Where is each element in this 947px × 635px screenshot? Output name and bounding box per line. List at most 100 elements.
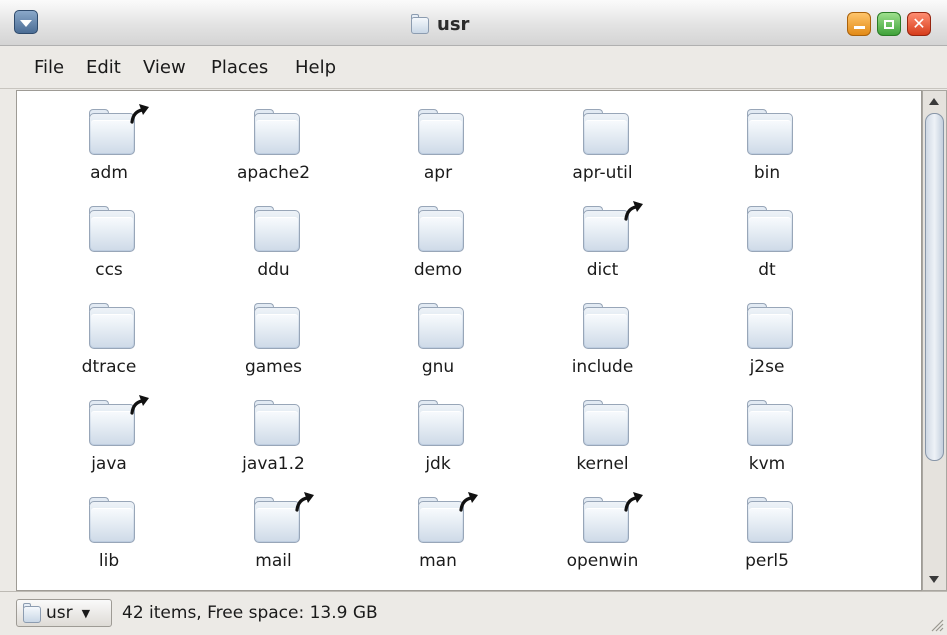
- title-folder-icon: [411, 14, 429, 34]
- minimize-button[interactable]: [847, 12, 871, 36]
- folder-icon: [418, 303, 464, 349]
- folder-item[interactable]: java: [39, 384, 179, 480]
- folder-label: bin: [753, 163, 781, 183]
- folder-item[interactable]: dt: [697, 190, 837, 286]
- folder-item[interactable]: mail: [204, 481, 344, 577]
- path-folder-icon: [23, 603, 41, 623]
- folder-icon: [253, 206, 300, 252]
- maximize-icon: [884, 19, 894, 29]
- folder-item[interactable]: include: [533, 287, 673, 383]
- menu-bar: File Edit View Places Help: [0, 47, 947, 89]
- window-menu-icon: [20, 19, 32, 27]
- symlink-arrow-icon: [459, 492, 478, 512]
- folder-label: java1.2: [242, 454, 305, 474]
- folder-icon: [418, 400, 464, 446]
- folder-icon: [747, 109, 793, 155]
- folder-icon: [747, 497, 793, 543]
- folder-label: apache2: [236, 163, 311, 183]
- window-title: usr: [437, 13, 470, 35]
- folder-item[interactable]: kvm: [697, 384, 837, 480]
- folder-item[interactable]: j2se: [697, 287, 837, 383]
- folder-item[interactable]: openwin: [533, 481, 673, 577]
- menu-view[interactable]: View: [143, 57, 186, 78]
- folder-item[interactable]: dict: [533, 190, 673, 286]
- status-text: 42 items, Free space: 13.9 GB: [122, 603, 378, 623]
- symlink-arrow-icon: [130, 104, 149, 124]
- folder-icon: [253, 109, 300, 155]
- folder-item[interactable]: bin: [697, 93, 837, 189]
- folder-item[interactable]: adm: [39, 93, 179, 189]
- symlink-arrow-icon: [294, 492, 314, 512]
- folder-label: perl5: [745, 551, 789, 571]
- icon-view[interactable]: adm apache2 apr apr-util bin ccs ddu demo dict dt…: [16, 90, 922, 591]
- folder-icon: [418, 206, 464, 252]
- menu-places[interactable]: Places: [211, 57, 268, 78]
- folder-item[interactable]: kernel: [533, 384, 673, 480]
- folder-label: kernel: [576, 454, 629, 474]
- scroll-down-arrow-icon[interactable]: [929, 576, 939, 583]
- folder-label: ccs: [95, 260, 123, 280]
- menu-help[interactable]: Help: [295, 57, 336, 78]
- window-title-group: usr: [411, 12, 469, 36]
- folder-label: demo: [413, 260, 463, 280]
- scroll-up-arrow-icon[interactable]: [929, 98, 939, 105]
- path-dropdown-button[interactable]: usr ▼: [16, 599, 112, 627]
- folder-item[interactable]: gnu: [368, 287, 508, 383]
- file-manager-window: usr ✕ File Edit View Places Help adm apac…: [0, 0, 947, 635]
- folder-item[interactable]: dtrace: [39, 287, 179, 383]
- maximize-button[interactable]: [877, 12, 901, 36]
- folder-label: j2se: [749, 357, 785, 377]
- folder-item[interactable]: ccs: [39, 190, 179, 286]
- folder-item[interactable]: java1.2: [204, 384, 344, 480]
- resize-grip-icon[interactable]: [928, 616, 944, 632]
- folder-icon: [418, 109, 464, 155]
- folder-label: adm: [90, 163, 128, 183]
- folder-icon: [89, 206, 135, 252]
- folder-icon: [89, 497, 135, 543]
- folder-icon: [747, 206, 793, 252]
- close-button[interactable]: ✕: [907, 12, 931, 36]
- folder-icon: [253, 400, 300, 446]
- folder-icon: [253, 303, 300, 349]
- scrollbar-thumb[interactable]: [925, 113, 944, 461]
- folder-icon: [89, 303, 135, 349]
- folder-item[interactable]: apr-util: [533, 93, 673, 189]
- folder-label: man: [419, 551, 457, 571]
- close-icon: ✕: [912, 14, 926, 33]
- folder-label: kvm: [748, 454, 786, 474]
- folder-label: ddu: [257, 260, 290, 280]
- folder-label: dtrace: [81, 357, 137, 377]
- folder-label: apr-util: [572, 163, 633, 183]
- folder-label: games: [244, 357, 303, 377]
- folder-item[interactable]: man: [368, 481, 508, 577]
- folder-label: gnu: [421, 357, 455, 377]
- folder-item[interactable]: ddu: [204, 190, 344, 286]
- folder-label: lib: [98, 551, 120, 571]
- folder-item[interactable]: lib: [39, 481, 179, 577]
- window-menu-button[interactable]: [14, 10, 38, 34]
- vertical-scrollbar[interactable]: [922, 90, 947, 591]
- chevron-down-icon: ▼: [81, 606, 91, 620]
- symlink-arrow-icon: [130, 395, 149, 415]
- folder-item[interactable]: games: [204, 287, 344, 383]
- status-bar: usr ▼ 42 items, Free space: 13.9 GB: [0, 591, 947, 635]
- folder-item[interactable]: jdk: [368, 384, 508, 480]
- folder-label: dict: [586, 260, 619, 280]
- folder-icon: [747, 400, 793, 446]
- path-label: usr: [46, 603, 73, 623]
- folder-icon: [582, 400, 629, 446]
- folder-item[interactable]: apache2: [204, 93, 344, 189]
- folder-label: dt: [758, 260, 776, 280]
- folder-item[interactable]: demo: [368, 190, 508, 286]
- folder-item[interactable]: perl5: [697, 481, 837, 577]
- folder-label: openwin: [566, 551, 639, 571]
- folder-label: apr: [423, 163, 453, 183]
- title-bar[interactable]: usr ✕: [0, 0, 947, 46]
- folder-label: jdk: [425, 454, 451, 474]
- folder-icon: [747, 303, 793, 349]
- folder-label: include: [571, 357, 634, 377]
- folder-label: mail: [255, 551, 292, 571]
- menu-edit[interactable]: Edit: [86, 57, 121, 78]
- folder-item[interactable]: apr: [368, 93, 508, 189]
- menu-file[interactable]: File: [34, 57, 64, 78]
